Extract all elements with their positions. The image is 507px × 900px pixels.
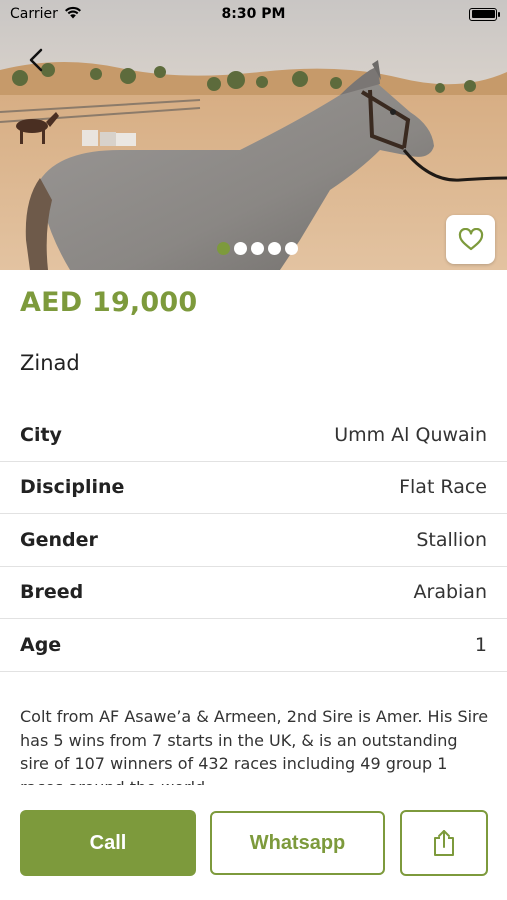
- battery-icon: [469, 7, 500, 21]
- detail-value: Arabian: [413, 581, 487, 604]
- detail-row-age: Age 1: [0, 619, 507, 672]
- detail-label: City: [20, 423, 62, 446]
- whatsapp-button[interactable]: Whatsapp: [210, 811, 385, 875]
- detail-label: Discipline: [20, 476, 125, 499]
- favorite-button[interactable]: [446, 215, 495, 264]
- heart-icon: [458, 227, 483, 250]
- page-dot[interactable]: [268, 242, 281, 255]
- share-icon: [434, 830, 454, 856]
- detail-row-discipline: Discipline Flat Race: [0, 462, 507, 514]
- call-button[interactable]: Call: [20, 810, 196, 876]
- page-dot[interactable]: [251, 242, 264, 255]
- back-arrow-icon: [29, 48, 43, 72]
- detail-value: 1: [474, 633, 487, 656]
- hero-image[interactable]: [0, 0, 507, 270]
- detail-label: Gender: [20, 528, 98, 551]
- action-bar: Call Whatsapp: [20, 810, 488, 877]
- listing-name: Zinad: [20, 351, 80, 375]
- gallery-page-indicator[interactable]: [0, 242, 507, 255]
- detail-row-breed: Breed Arabian: [0, 567, 507, 619]
- page-dot[interactable]: [285, 242, 298, 255]
- detail-row-city: City Umm Al Quwain: [0, 409, 507, 462]
- back-button[interactable]: [22, 46, 50, 74]
- page-dot[interactable]: [217, 242, 230, 255]
- detail-label: Age: [20, 633, 62, 656]
- detail-value: Umm Al Quwain: [334, 423, 487, 446]
- status-bar: Carrier 8:30 PM: [0, 0, 507, 28]
- carrier-label: Carrier: [10, 6, 58, 22]
- page-dot[interactable]: [234, 242, 247, 255]
- listing-price: AED 19,000: [20, 287, 198, 318]
- detail-row-gender: Gender Stallion: [0, 514, 507, 567]
- horse-photo: [0, 0, 507, 270]
- listing-description: Colt from AF Asawe’a & Armeen, 2nd Sire …: [20, 707, 489, 785]
- wifi-icon: [64, 6, 82, 23]
- details-list: City Umm Al Quwain Discipline Flat Race …: [0, 409, 507, 672]
- detail-label: Breed: [20, 581, 84, 604]
- detail-value: Stallion: [416, 528, 487, 551]
- detail-value: Flat Race: [399, 476, 487, 499]
- status-left: Carrier: [10, 6, 82, 23]
- share-button[interactable]: [400, 810, 488, 876]
